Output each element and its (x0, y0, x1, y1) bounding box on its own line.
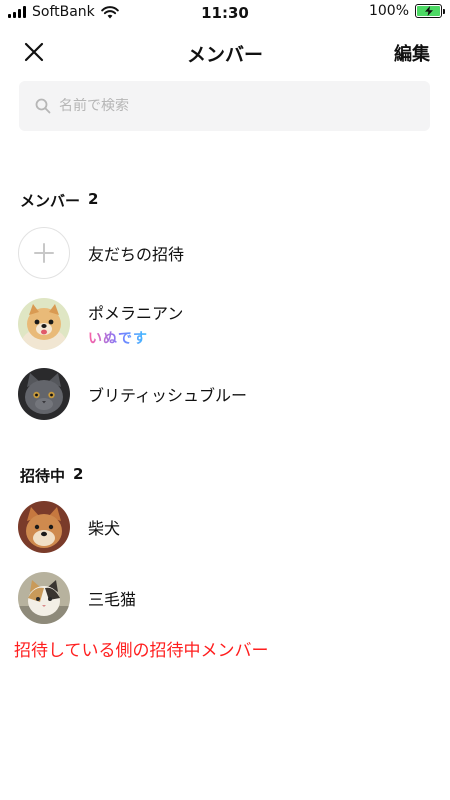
close-button[interactable] (22, 40, 46, 64)
edit-button[interactable]: 編集 (394, 40, 430, 66)
invited-count: 2 (73, 465, 84, 483)
member-name: ポメラニアン (88, 304, 184, 323)
member-row[interactable]: ポメラニアン いぬです (18, 296, 432, 352)
avatar-calico-cat (18, 572, 70, 624)
invited-section-header: 招待中 2 (20, 465, 83, 486)
members-section-label: メンバー (20, 192, 81, 210)
avatar-shiba-inu (18, 501, 70, 553)
search-bar[interactable] (19, 81, 430, 131)
invited-name: 三毛猫 (88, 590, 137, 609)
annotation-text: 招待している側の招待中メンバー (14, 641, 269, 661)
members-section-header: メンバー 2 (20, 190, 98, 211)
avatar-british-blue (18, 368, 70, 420)
invited-section-label: 招待中 (20, 467, 66, 485)
status-bar: SoftBank 11:30 100% (0, 0, 450, 26)
member-name: ブリティッシュブルー (88, 386, 248, 405)
invited-row[interactable]: 三毛猫 (18, 570, 432, 626)
status-right: 100% (368, 3, 445, 19)
battery-charging-icon (415, 4, 445, 18)
member-status-message: いぬです (88, 328, 183, 348)
nav-header: メンバー 編集 (0, 32, 450, 72)
invite-friends-label: 友だちの招待 (88, 245, 185, 264)
battery-percentage: 100% (368, 3, 409, 19)
member-row[interactable]: ブリティッシュブルー (18, 366, 432, 422)
avatar-pomeranian (18, 298, 70, 350)
close-icon (24, 42, 44, 62)
search-icon (35, 98, 51, 114)
invited-row[interactable]: 柴犬 (18, 499, 432, 555)
page-title: メンバー (186, 44, 263, 66)
invite-friends-row[interactable]: 友だちの招待 (18, 225, 432, 281)
search-input[interactable] (59, 98, 389, 114)
plus-icon (34, 243, 54, 263)
members-count: 2 (88, 190, 99, 208)
invited-name: 柴犬 (88, 519, 121, 538)
invite-add-button[interactable] (18, 227, 70, 279)
